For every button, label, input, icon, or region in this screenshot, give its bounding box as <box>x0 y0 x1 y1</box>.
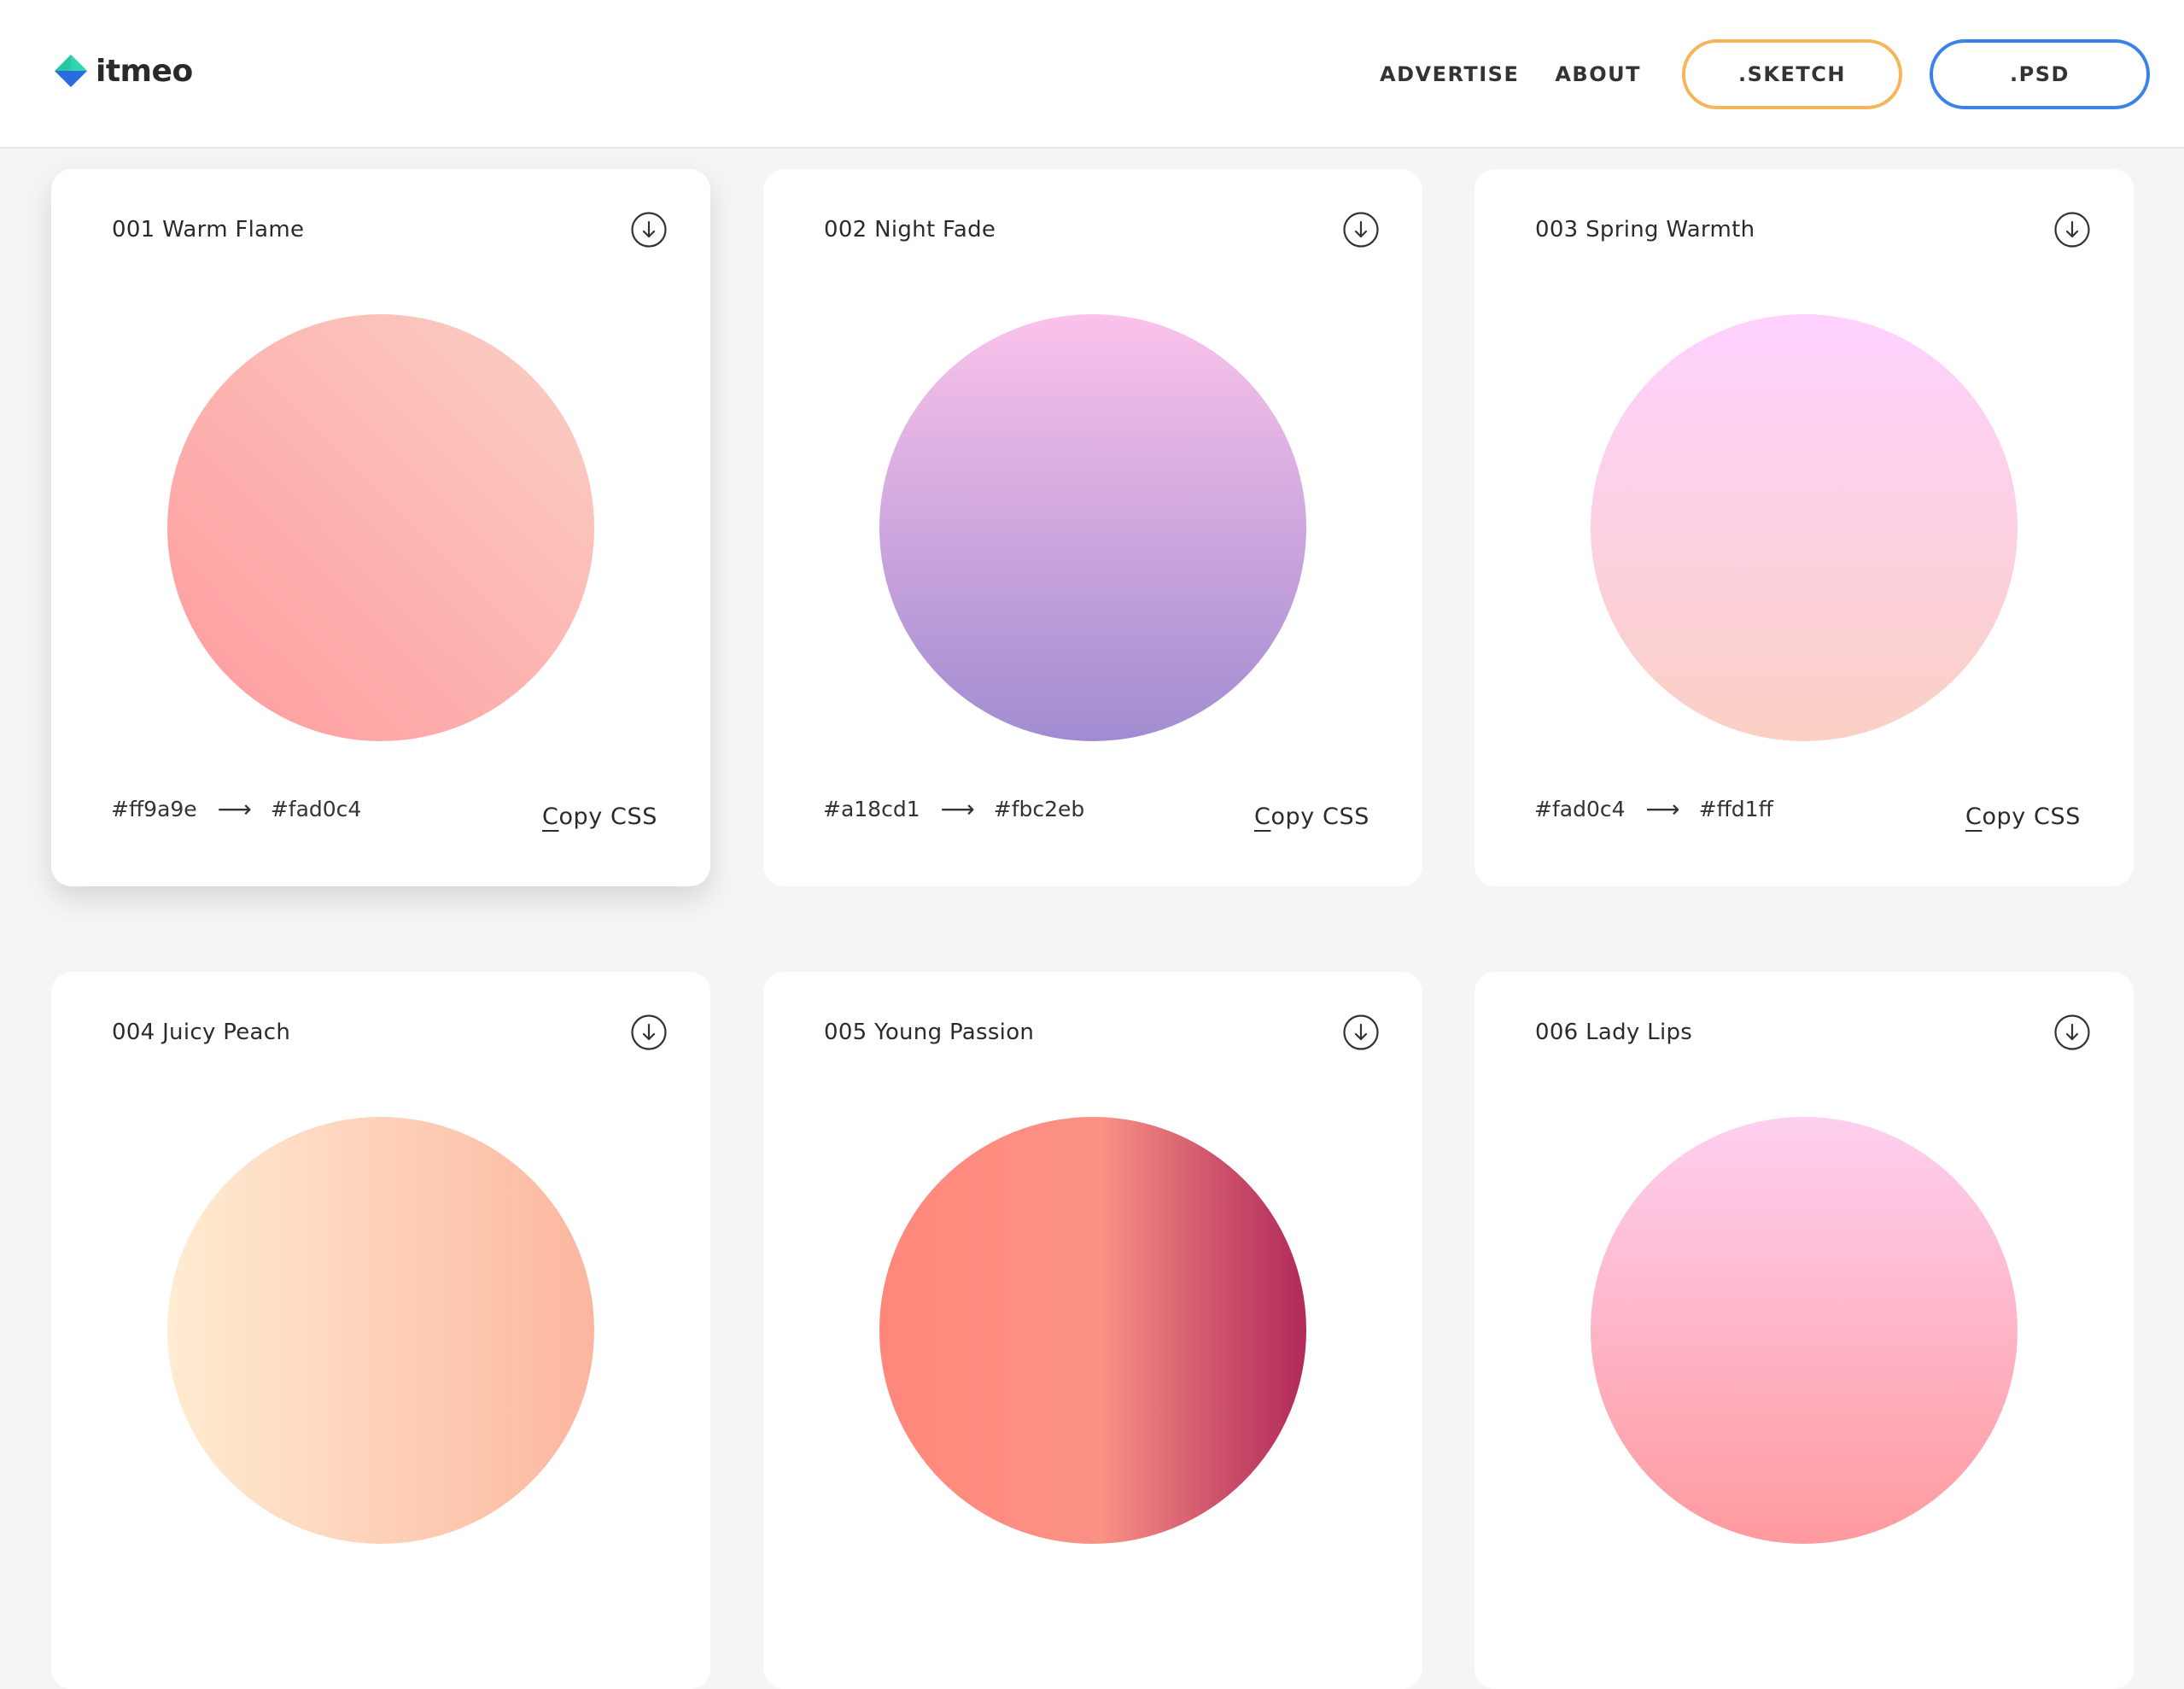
nav-advertise-link[interactable]: ADVERTISE <box>1380 62 1519 86</box>
logo-icon <box>55 55 87 87</box>
gradient-hex-values: #fad0c4 ⟶ #ffd1ff <box>1534 797 1773 821</box>
top-header: itmeo ADVERTISE ABOUT .SKETCH .PSD <box>0 0 2184 149</box>
copy-css-button[interactable]: Copy CSS <box>1254 804 1369 830</box>
copy-css-label-rest: opy CSS <box>1270 804 1369 830</box>
gradient-preview-circle <box>167 1117 594 1544</box>
gradient-preview-circle <box>879 1117 1306 1544</box>
logo[interactable]: itmeo <box>53 53 193 89</box>
copy-css-label-rest: opy CSS <box>1982 804 2081 830</box>
gradient-card-night-fade[interactable]: 002 Night Fade #a18cd1 ⟶ #fbc2eb Copy CS… <box>763 169 1422 886</box>
copy-css-button[interactable]: Copy CSS <box>1965 804 2081 830</box>
gradient-card-young-passion[interactable]: 005 Young Passion <box>763 972 1422 1689</box>
download-icon[interactable] <box>2053 211 2091 248</box>
copy-css-label-first: C <box>1965 804 1983 830</box>
card-title: 001 Warm Flame <box>112 217 305 243</box>
download-icon[interactable] <box>2053 1014 2091 1051</box>
hex-from: #a18cd1 <box>823 797 920 821</box>
hex-from: #fad0c4 <box>1534 797 1626 821</box>
hex-to: #fbc2eb <box>993 797 1085 821</box>
download-icon[interactable] <box>1342 211 1380 248</box>
download-icon[interactable] <box>630 211 668 248</box>
gradient-hex-values: #ff9a9e ⟶ #fad0c4 <box>111 797 361 821</box>
hex-to: #fad0c4 <box>270 797 362 821</box>
gradient-preview-circle <box>1591 1117 2018 1544</box>
gradient-card-spring-warmth[interactable]: 003 Spring Warmth #fad0c4 ⟶ #ffd1ff Copy… <box>1474 169 2134 886</box>
gradient-preview-circle <box>879 314 1306 741</box>
top-nav: ADVERTISE ABOUT .SKETCH .PSD <box>1380 39 2150 109</box>
download-icon[interactable] <box>1342 1014 1380 1051</box>
right-arrow-icon: ⟶ <box>1645 794 1680 823</box>
card-title: 003 Spring Warmth <box>1535 217 1755 243</box>
download-icon[interactable] <box>630 1014 668 1051</box>
gradient-hex-values: #a18cd1 ⟶ #fbc2eb <box>823 797 1084 821</box>
card-title: 006 Lady Lips <box>1535 1020 1693 1045</box>
logo-text: itmeo <box>96 53 193 89</box>
gradient-preview-circle <box>1591 314 2018 741</box>
right-arrow-icon: ⟶ <box>217 794 252 823</box>
copy-css-label-first: C <box>541 804 559 830</box>
hex-to: #ffd1ff <box>1698 797 1773 821</box>
gradient-card-lady-lips[interactable]: 006 Lady Lips <box>1474 972 2134 1689</box>
right-arrow-icon: ⟶ <box>940 794 975 823</box>
hex-from: #ff9a9e <box>111 797 197 821</box>
card-title: 004 Juicy Peach <box>112 1020 291 1045</box>
gradient-card-juicy-peach[interactable]: 004 Juicy Peach <box>51 972 710 1689</box>
copy-css-label-rest: opy CSS <box>558 804 657 830</box>
download-sketch-button[interactable]: .SKETCH <box>1682 39 1902 109</box>
card-title: 002 Night Fade <box>824 217 996 243</box>
download-psd-button[interactable]: .PSD <box>1930 39 2150 109</box>
copy-css-label-first: C <box>1253 804 1271 830</box>
copy-css-button[interactable]: Copy CSS <box>542 804 657 830</box>
gradient-card-warm-flame[interactable]: 001 Warm Flame #ff9a9e ⟶ #fad0c4 Copy CS… <box>51 169 710 886</box>
nav-about-link[interactable]: ABOUT <box>1555 62 1641 86</box>
gradient-preview-circle <box>167 314 594 741</box>
card-title: 005 Young Passion <box>824 1020 1035 1045</box>
